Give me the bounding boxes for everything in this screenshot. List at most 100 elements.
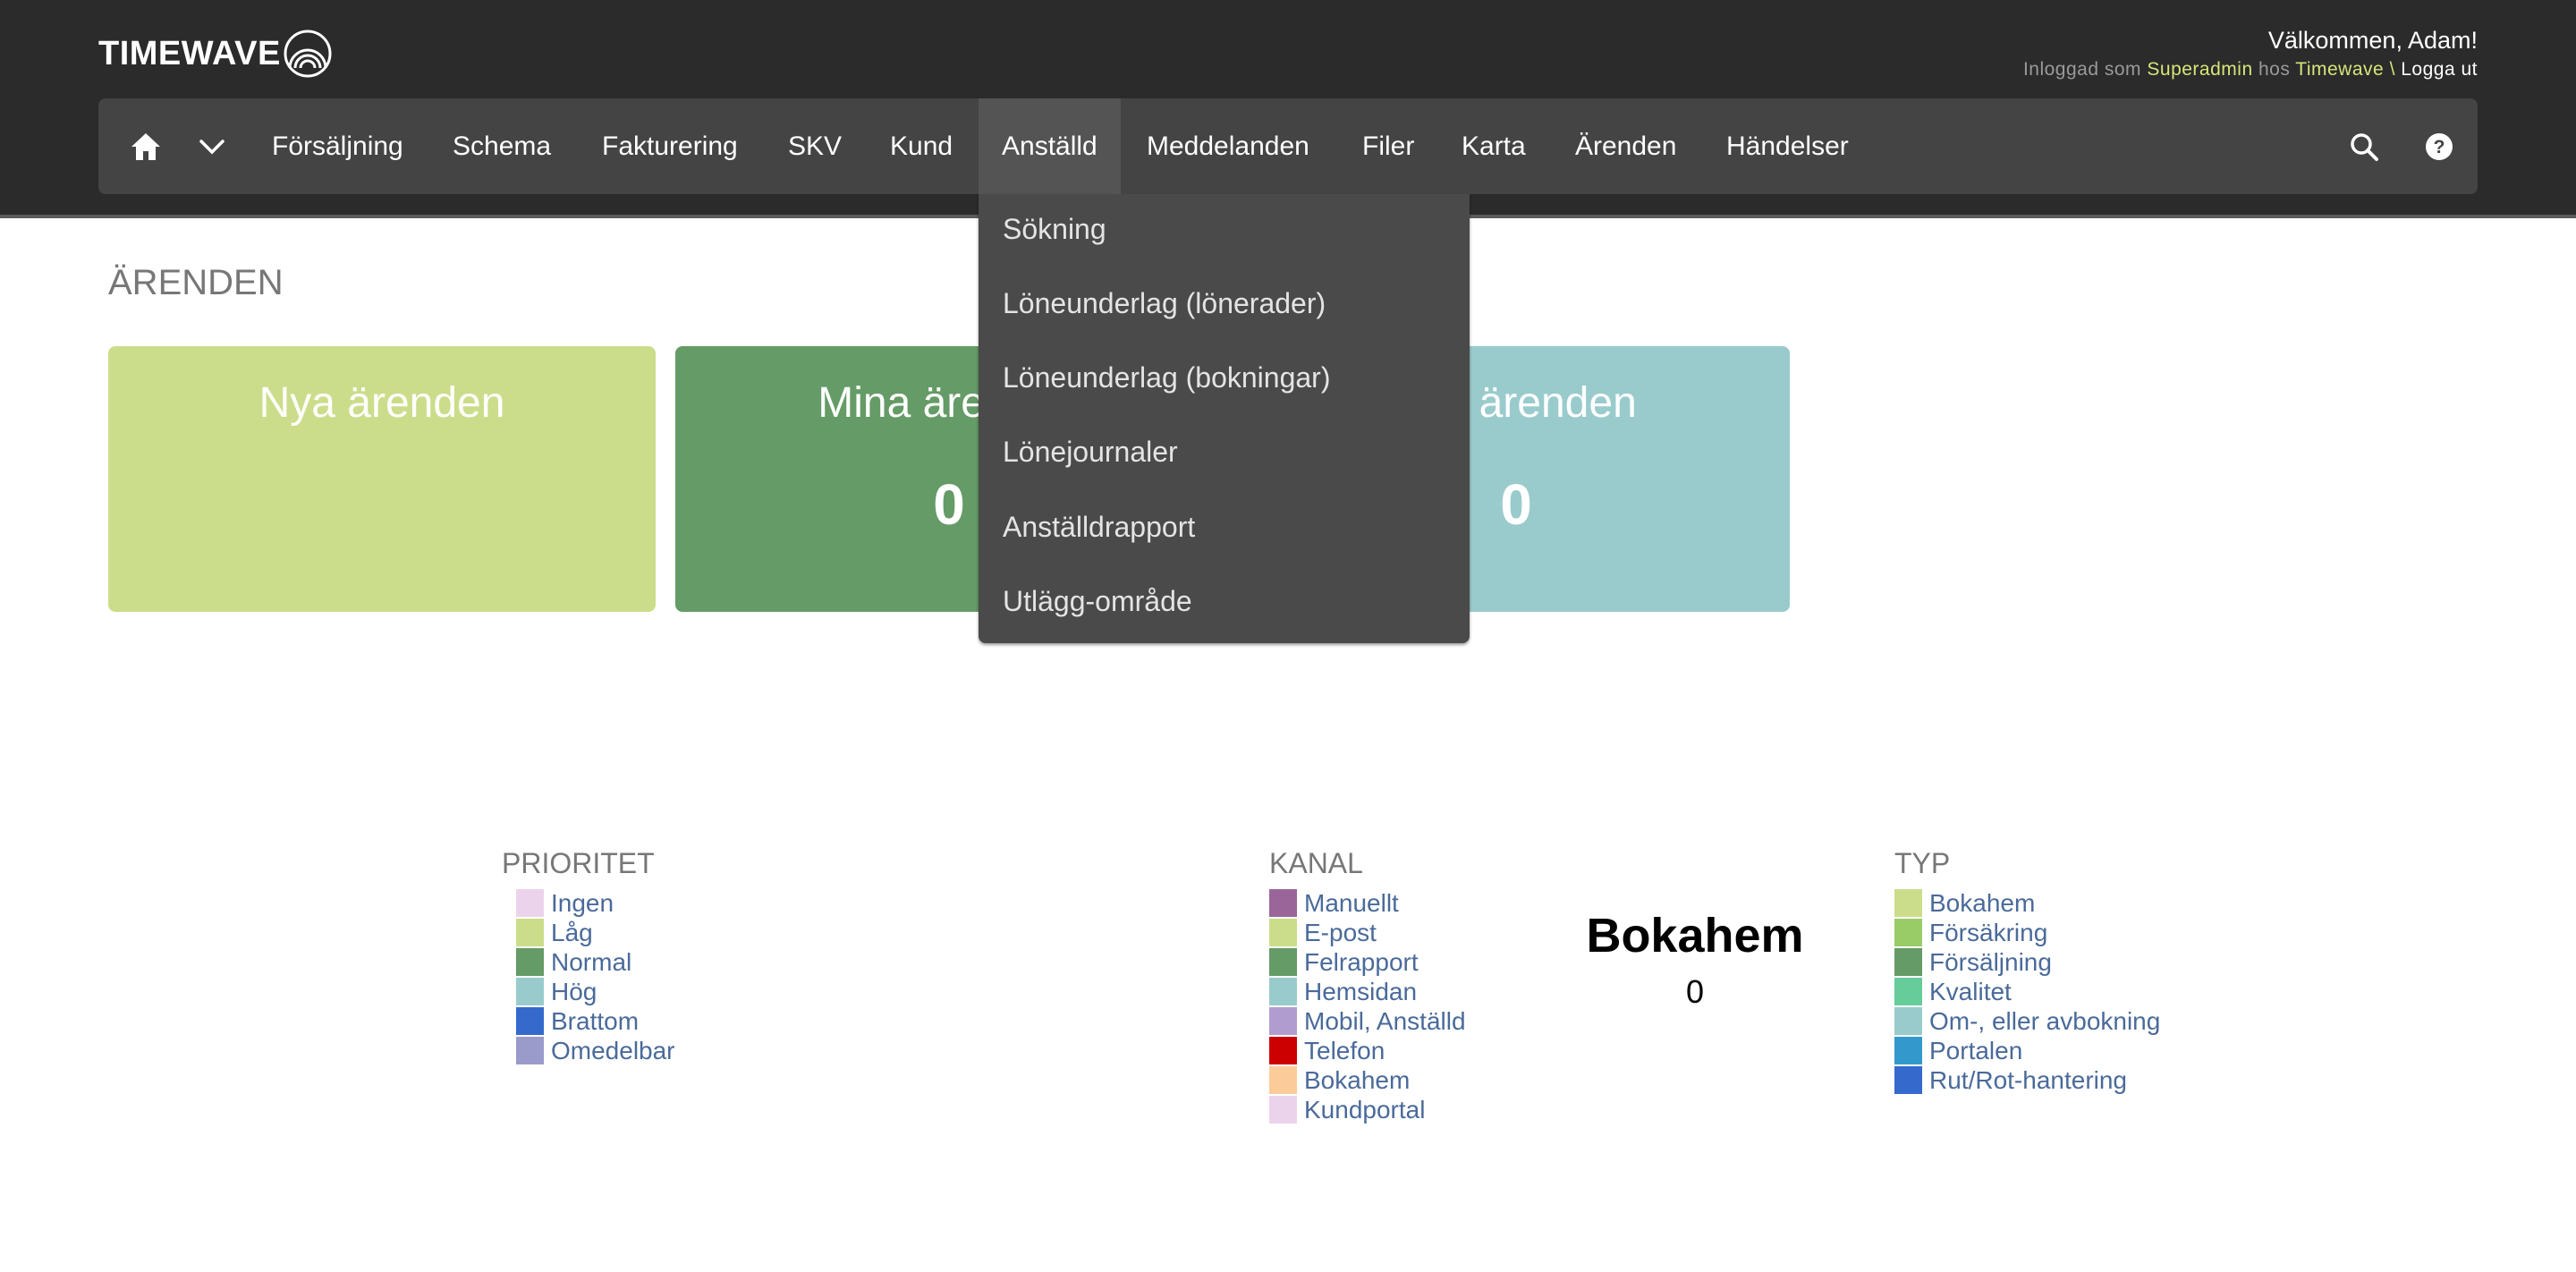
home-icon[interactable]: [116, 98, 175, 194]
priority-legend-item[interactable]: Brattom: [516, 1006, 675, 1036]
chevron-down-icon[interactable]: [182, 98, 242, 194]
legend-label[interactable]: Om-, eller avbokning: [1929, 1007, 2160, 1036]
channel-legend-item[interactable]: E-post: [1269, 918, 1466, 947]
legend-label[interactable]: Hög: [551, 978, 597, 1006]
login-info: Inloggad som Superadmin hos Timewave \ L…: [2023, 59, 2478, 81]
card-title: Nya ärenden: [258, 379, 505, 427]
legend-swatch: [1894, 948, 1922, 976]
channel-legend-title: KANAL: [1269, 847, 1363, 879]
legend-label[interactable]: Bokahem: [1304, 1066, 1410, 1095]
legend-label[interactable]: E-post: [1304, 919, 1377, 947]
legend-swatch: [1894, 1066, 1922, 1094]
type-legend: Bokahem Försäkring Försäljning Kvalitet Om-,…: [1894, 888, 2160, 1095]
legend-label[interactable]: Normal: [551, 948, 631, 977]
legend-label[interactable]: Felrapport: [1304, 948, 1419, 977]
chart-center-value: 0: [1685, 973, 1705, 1010]
type-legend-item[interactable]: Om-, eller avbokning: [1894, 1006, 2160, 1036]
nav-filer[interactable]: Filer: [1339, 98, 1437, 194]
legend-swatch: [516, 978, 544, 1005]
legend-swatch: [1269, 1007, 1297, 1035]
logo-text: TIMEWAVE: [98, 34, 281, 72]
menu-item-loneunderlag-bokningar[interactable]: Löneunderlag (bokningar): [1003, 361, 1330, 394]
legend-label[interactable]: Mobil, Anställd: [1304, 1007, 1466, 1036]
search-icon[interactable]: [2334, 98, 2394, 194]
help-icon[interactable]: ?: [2410, 98, 2469, 194]
legend-swatch: [516, 1037, 544, 1064]
nav-forsaljning[interactable]: Försäljning: [249, 98, 427, 194]
nav-handelser[interactable]: Händelser: [1703, 98, 1872, 194]
legend-label[interactable]: Försäkring: [1929, 919, 2047, 947]
channel-legend-item[interactable]: Mobil, Anställd: [1269, 1006, 1466, 1036]
legend-label[interactable]: Manuellt: [1304, 889, 1399, 918]
menu-item-sokning[interactable]: Sökning: [1003, 213, 1106, 246]
timewave-logo[interactable]: TIMEWAVE: [98, 27, 333, 81]
legend-swatch: [1894, 1007, 1922, 1035]
nav-arenden[interactable]: Ärenden: [1552, 98, 1699, 194]
menu-item-anstalldrapport[interactable]: Anställdrapport: [1003, 511, 1195, 544]
card-new-cases[interactable]: Nya ärenden: [108, 346, 656, 612]
legend-label[interactable]: Telefon: [1304, 1037, 1385, 1065]
at-text: hos: [2258, 59, 2291, 80]
nav-skv[interactable]: SKV: [765, 98, 865, 194]
type-legend-item[interactable]: Rut/Rot-hantering: [1894, 1065, 2160, 1095]
type-legend-item[interactable]: Bokahem: [1894, 888, 2160, 918]
nav-meddelanden[interactable]: Meddelanden: [1123, 98, 1333, 194]
channel-legend-item[interactable]: Felrapport: [1269, 947, 1466, 977]
legend-swatch: [516, 889, 544, 917]
priority-legend-item[interactable]: Hög: [516, 977, 675, 1006]
priority-legend-item[interactable]: Normal: [516, 947, 675, 977]
channel-legend-item[interactable]: Telefon: [1269, 1036, 1466, 1065]
legend-swatch: [1894, 978, 1922, 1005]
logout-link[interactable]: Logga ut: [2401, 59, 2478, 80]
legend-swatch: [516, 919, 544, 946]
channel-legend-item[interactable]: Hemsidan: [1269, 977, 1466, 1006]
menu-item-loneunderlag-lonerader[interactable]: Löneunderlag (lönerader): [1003, 287, 1326, 320]
legend-label[interactable]: Portalen: [1929, 1037, 2022, 1065]
svg-text:?: ?: [2434, 137, 2445, 157]
type-legend-item[interactable]: Kvalitet: [1894, 977, 2160, 1006]
legend-swatch: [516, 948, 544, 976]
priority-legend-item[interactable]: Omedelbar: [516, 1036, 675, 1065]
legend-label[interactable]: Låg: [551, 919, 593, 947]
priority-legend-item[interactable]: Ingen: [516, 888, 675, 918]
type-legend-item[interactable]: Försäljning: [1894, 947, 2160, 977]
chart-center-label: Bokahem: [1586, 909, 1804, 962]
nav-karta[interactable]: Karta: [1438, 98, 1549, 194]
legend-swatch: [1269, 1096, 1297, 1124]
legend-swatch: [1269, 948, 1297, 976]
legend-label[interactable]: Kundportal: [1304, 1096, 1425, 1124]
logged-in-prefix: Inloggad som: [2022, 59, 2142, 80]
legend-swatch: [1269, 1037, 1297, 1064]
legend-swatch: [1269, 978, 1297, 1005]
priority-legend-item[interactable]: Låg: [516, 918, 675, 947]
menu-item-utlagg-omrade[interactable]: Utlägg-område: [1003, 585, 1192, 618]
wave-logo-icon: [284, 30, 332, 78]
menu-item-lonejournaler[interactable]: Lönejournaler: [1003, 436, 1178, 469]
nav-fakturering[interactable]: Fakturering: [579, 98, 761, 194]
legend-label[interactable]: Försäljning: [1929, 948, 2052, 977]
channel-legend-item[interactable]: Manuellt: [1269, 888, 1466, 918]
nav-anstalld[interactable]: Anställd: [979, 98, 1121, 194]
legend-label[interactable]: Bokahem: [1929, 889, 2035, 918]
legend-swatch: [1269, 1066, 1297, 1094]
welcome-text: Välkommen, Adam!: [2267, 27, 2478, 54]
type-legend-item[interactable]: Försäkring: [1894, 918, 2160, 947]
company-name: Timewave: [2295, 59, 2385, 80]
legend-label[interactable]: Ingen: [551, 889, 614, 918]
type-legend-item[interactable]: Portalen: [1894, 1036, 2160, 1065]
legend-swatch: [1894, 1037, 1922, 1064]
legend-label[interactable]: Hemsidan: [1304, 978, 1417, 1006]
nav-kund[interactable]: Kund: [867, 98, 976, 194]
legend-label[interactable]: Brattom: [551, 1007, 639, 1036]
legend-swatch: [516, 1007, 544, 1035]
legend-label[interactable]: Rut/Rot-hantering: [1929, 1066, 2127, 1095]
legend-label[interactable]: Omedelbar: [551, 1037, 675, 1065]
priority-legend-title: PRIORITET: [502, 847, 655, 879]
channel-legend-item[interactable]: Kundportal: [1269, 1095, 1466, 1124]
top-header: TIMEWAVE Välkommen, Adam! Inloggad som S…: [0, 0, 2576, 218]
page-title: ÄRENDEN: [108, 263, 284, 302]
channel-legend-item[interactable]: Bokahem: [1269, 1065, 1466, 1095]
legend-swatch: [1894, 919, 1922, 946]
legend-label[interactable]: Kvalitet: [1929, 978, 2012, 1006]
nav-schema[interactable]: Schema: [429, 98, 574, 194]
